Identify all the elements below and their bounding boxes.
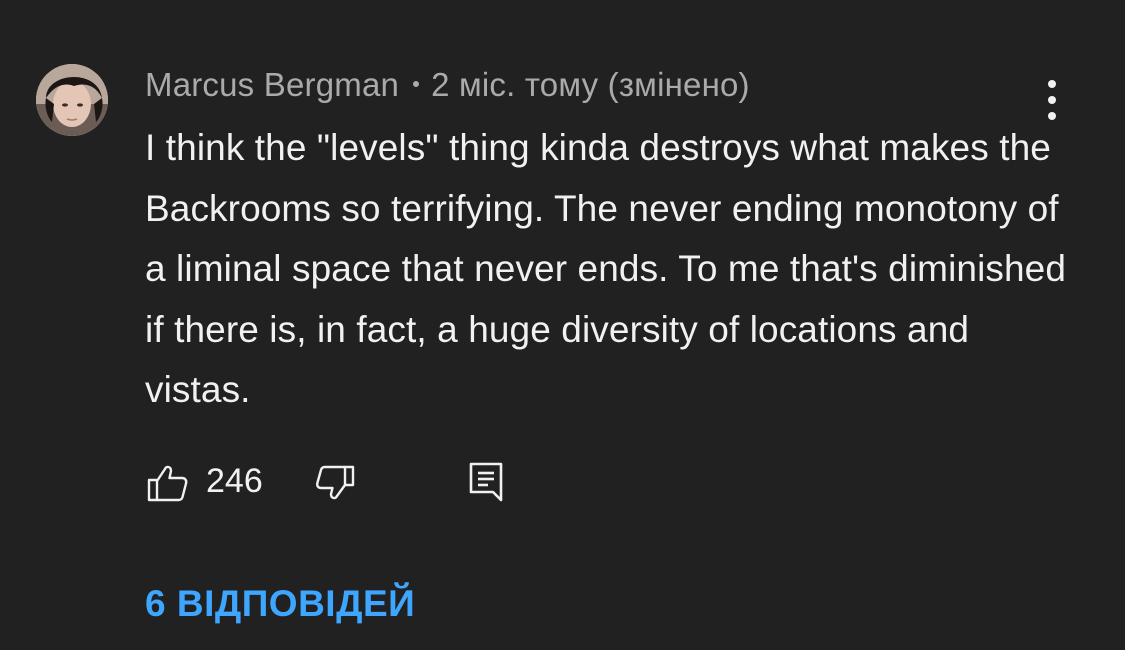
separator-dot [413,81,420,88]
dislike-button[interactable] [315,460,361,506]
comment-actions: 246 [145,458,545,508]
view-replies-button[interactable]: 6 ВІДПОВІДЕЙ [145,583,415,625]
comment-reply-icon [469,462,503,502]
more-vertical-icon-dot-2 [1048,96,1056,104]
comment-header: Marcus Bergman 2 міс. тому (змінено) [145,66,750,104]
comment-text: I think the "levels" thing kinda destroy… [145,127,1067,410]
author-name[interactable]: Marcus Bergman [145,66,399,103]
comment-thread: Marcus Bergman 2 міс. тому (змінено) I th… [0,0,1125,650]
author-avatar[interactable] [36,64,108,136]
like-button[interactable] [145,460,191,506]
avatar-image [36,64,108,136]
more-vertical-icon [1048,80,1056,88]
like-count: 246 [206,462,263,500]
comment-timestamp[interactable]: 2 міс. тому (змінено) [431,66,750,103]
thumbs-down-icon [316,465,355,500]
thumbs-up-icon [147,465,188,502]
reply-button[interactable] [463,460,509,506]
more-options-button[interactable] [1034,80,1070,122]
